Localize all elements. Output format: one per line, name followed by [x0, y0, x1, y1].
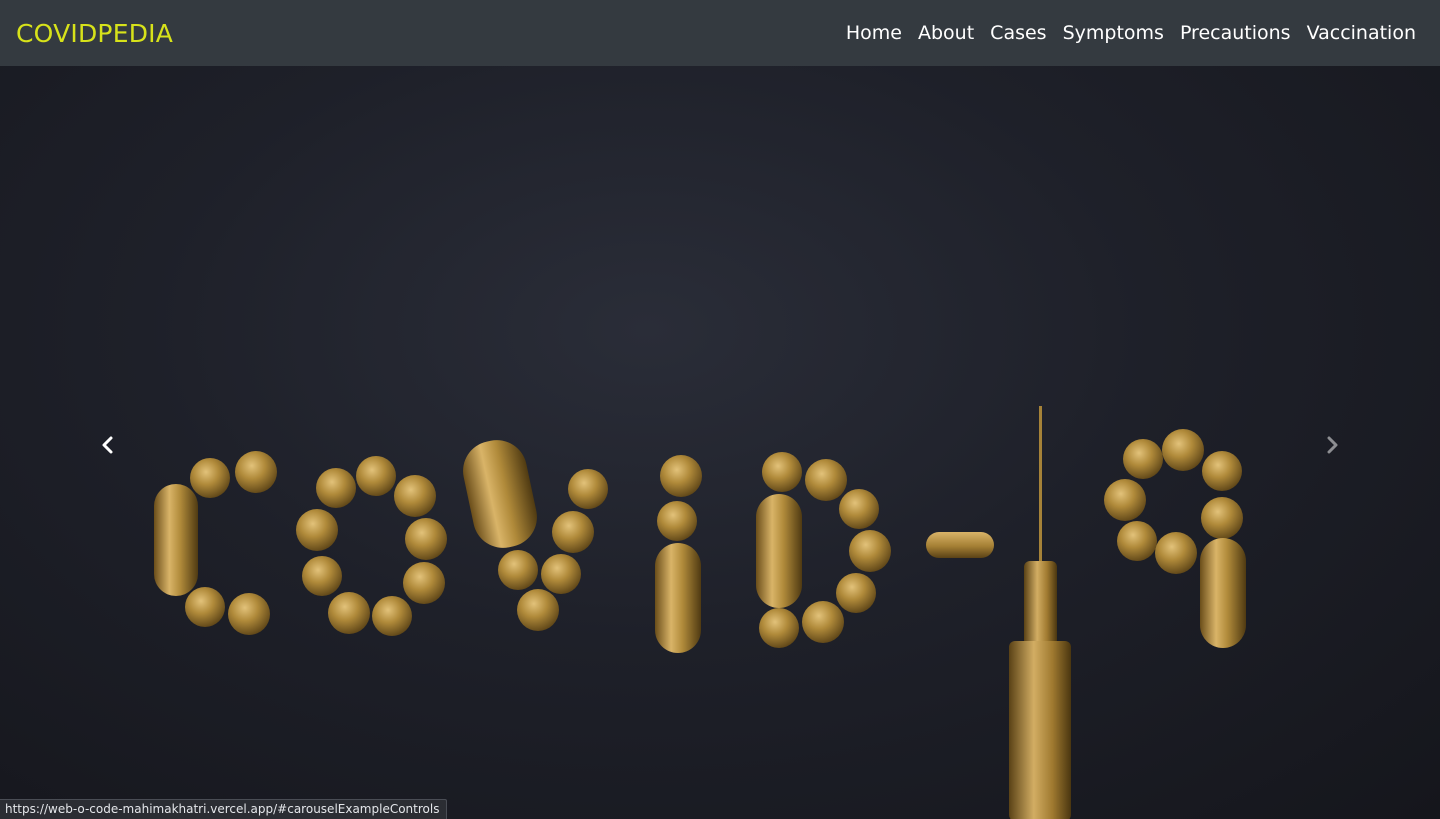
nav-link-vaccination[interactable]: Vaccination [1299, 22, 1424, 44]
nav-link-precautions[interactable]: Precautions [1172, 22, 1299, 44]
syringe [1009, 406, 1071, 819]
image-carousel [0, 66, 1440, 819]
nav-links: Home About Cases Symptoms Precautions Va… [838, 22, 1424, 44]
letter-d [756, 452, 891, 648]
chevron-left-icon [102, 436, 113, 453]
carousel-next-button[interactable] [1224, 66, 1440, 819]
brand-logo[interactable]: COVIDPEDIA [16, 19, 173, 48]
nav-link-about[interactable]: About [910, 22, 982, 44]
dash-pill [926, 532, 994, 558]
link-status-bar: https://web-o-code-mahimakhatri.vercel.a… [0, 799, 448, 819]
letter-v [463, 440, 608, 631]
navbar: COVIDPEDIA Home About Cases Symptoms Pre… [0, 0, 1440, 66]
letter-o [296, 456, 447, 636]
nav-link-cases[interactable]: Cases [982, 22, 1054, 44]
carousel-prev-button[interactable] [0, 66, 216, 819]
nav-link-symptoms[interactable]: Symptoms [1055, 22, 1172, 44]
nav-link-home[interactable]: Home [838, 22, 910, 44]
letter-i [655, 455, 702, 653]
chevron-right-icon [1327, 436, 1338, 453]
